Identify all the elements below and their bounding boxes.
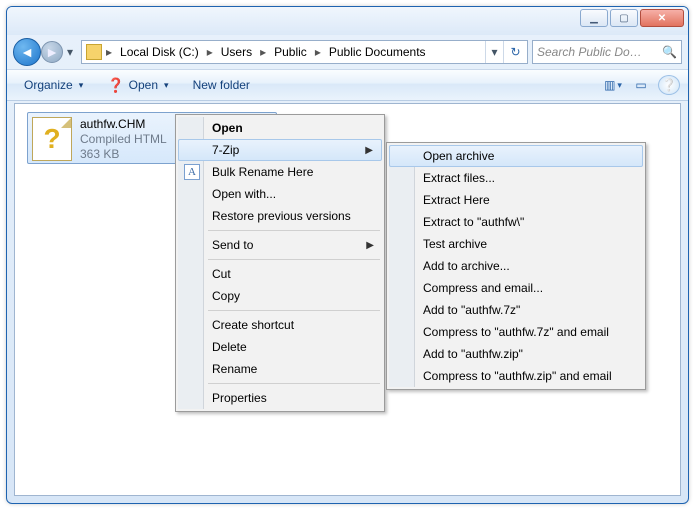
- submenu-extract-files[interactable]: Extract files...: [389, 167, 643, 189]
- submenu-extract-here[interactable]: Extract Here: [389, 189, 643, 211]
- breadcrumb-sep: ▸: [104, 45, 114, 59]
- menu-send-to-label: Send to: [212, 238, 253, 252]
- rename-icon: A: [184, 164, 200, 180]
- crumb-public[interactable]: Public: [270, 45, 311, 59]
- submenu-compress-7z-email[interactable]: Compress to "authfw.7z" and email: [389, 321, 643, 343]
- open-label: Open: [129, 78, 158, 92]
- menu-delete[interactable]: Delete: [178, 336, 382, 358]
- toolbar: Organize ❓ Open New folder ▥ ▾ ▭ ❔: [7, 69, 688, 101]
- menu-7zip[interactable]: 7-Zip ▶: [178, 139, 382, 161]
- menu-copy[interactable]: Copy: [178, 285, 382, 307]
- submenu-compress-zip-email[interactable]: Compress to "authfw.zip" and email: [389, 365, 643, 387]
- submenu-add-7z[interactable]: Add to "authfw.7z": [389, 299, 643, 321]
- maximize-button[interactable]: ▢: [610, 9, 638, 27]
- menu-properties[interactable]: Properties: [178, 387, 382, 409]
- forward-button[interactable]: ►: [41, 41, 63, 63]
- menu-send-to[interactable]: Send to ▶: [178, 234, 382, 256]
- breadcrumb-sep: ▸: [258, 45, 268, 59]
- breadcrumb-sep: ▸: [205, 45, 215, 59]
- submenu-test-archive[interactable]: Test archive: [389, 233, 643, 255]
- preview-pane-button[interactable]: ▭: [630, 75, 652, 95]
- file-size: 363 KB: [80, 147, 167, 162]
- submenu-add-zip[interactable]: Add to "authfw.zip": [389, 343, 643, 365]
- address-bar[interactable]: ▸ Local Disk (C:) ▸ Users ▸ Public ▸ Pub…: [81, 40, 528, 64]
- folder-icon: [86, 44, 102, 60]
- submenu-compress-email[interactable]: Compress and email...: [389, 277, 643, 299]
- nav-buttons: ◄ ► ▾: [13, 38, 77, 66]
- address-dropdown[interactable]: ▾: [485, 41, 503, 63]
- organize-button[interactable]: Organize: [15, 74, 92, 96]
- menu-separator: [208, 310, 380, 311]
- submenu-arrow-icon: ▶: [366, 240, 374, 251]
- new-folder-button[interactable]: New folder: [184, 74, 259, 96]
- chevron-down-icon: ▾: [617, 80, 622, 91]
- menu-separator: [208, 259, 380, 260]
- search-icon: 🔍: [662, 45, 677, 59]
- file-text: authfw.CHM Compiled HTML 363 KB: [80, 117, 167, 162]
- chm-file-icon: [32, 117, 72, 161]
- close-button[interactable]: ✕: [640, 9, 684, 27]
- submenu-open-archive[interactable]: Open archive: [389, 145, 643, 167]
- search-box[interactable]: Search Public Do… 🔍: [532, 40, 682, 64]
- crumb-users[interactable]: Users: [217, 45, 256, 59]
- menu-7zip-label: 7-Zip: [212, 143, 239, 157]
- 7zip-submenu: Open archive Extract files... Extract He…: [386, 142, 646, 390]
- minimize-button[interactable]: ▁: [580, 9, 608, 27]
- nav-row: ◄ ► ▾ ▸ Local Disk (C:) ▸ Users ▸ Public…: [7, 35, 688, 69]
- search-placeholder: Search Public Do…: [537, 45, 642, 59]
- crumb-public-documents[interactable]: Public Documents: [325, 45, 430, 59]
- menu-bulk-rename[interactable]: A Bulk Rename Here: [178, 161, 382, 183]
- open-button[interactable]: ❓ Open: [98, 73, 177, 98]
- help-button[interactable]: ❔: [658, 75, 680, 95]
- back-button[interactable]: ◄: [13, 38, 41, 66]
- view-icon: ▥: [604, 78, 615, 92]
- menu-separator: [208, 230, 380, 231]
- menu-restore-versions[interactable]: Restore previous versions: [178, 205, 382, 227]
- menu-separator: [208, 383, 380, 384]
- refresh-button[interactable]: ↻: [503, 41, 527, 63]
- nav-history-dropdown[interactable]: ▾: [63, 41, 77, 63]
- submenu-extract-to[interactable]: Extract to "authfw\": [389, 211, 643, 233]
- file-type: Compiled HTML: [80, 132, 167, 147]
- titlebar: ▁ ▢ ✕: [7, 7, 688, 35]
- help-file-icon: ❓: [107, 77, 124, 94]
- menu-open[interactable]: Open: [178, 117, 382, 139]
- submenu-add-to-archive[interactable]: Add to archive...: [389, 255, 643, 277]
- submenu-arrow-icon: ▶: [365, 145, 373, 156]
- file-name: authfw.CHM: [80, 117, 167, 132]
- menu-rename[interactable]: Rename: [178, 358, 382, 380]
- breadcrumb-sep: ▸: [313, 45, 323, 59]
- menu-bulk-rename-label: Bulk Rename Here: [212, 165, 313, 179]
- crumb-local-disk[interactable]: Local Disk (C:): [116, 45, 203, 59]
- context-menu: Open 7-Zip ▶ A Bulk Rename Here Open wit…: [175, 114, 385, 412]
- menu-open-with[interactable]: Open with...: [178, 183, 382, 205]
- menu-cut[interactable]: Cut: [178, 263, 382, 285]
- view-button[interactable]: ▥ ▾: [602, 75, 624, 95]
- menu-create-shortcut[interactable]: Create shortcut: [178, 314, 382, 336]
